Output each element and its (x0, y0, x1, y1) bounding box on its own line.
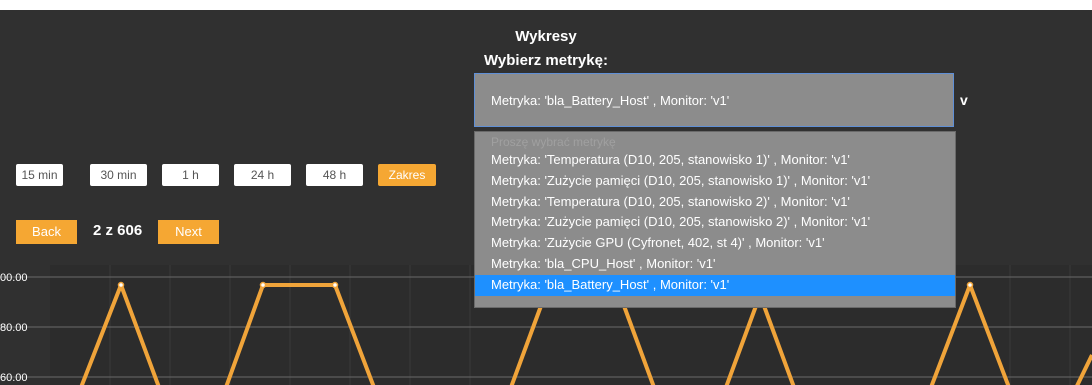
back-button[interactable]: Back (16, 220, 77, 244)
range-30min-button[interactable]: 30 min (90, 164, 147, 186)
metric-select-label: Wybierz metrykę: (484, 52, 608, 69)
range-custom-button[interactable]: Zakres (378, 164, 436, 186)
dropdown-option[interactable]: Metryka: 'Zużycie pamięci (D10, 205, sta… (475, 212, 955, 233)
dropdown-option[interactable]: Metryka: 'Zużycie GPU (Cyfronet, 402, st… (475, 233, 955, 254)
dropdown-placeholder: Proszę wybrać metrykę (491, 135, 616, 149)
dropdown-option[interactable]: Metryka: 'bla_CPU_Host' , Monitor: 'v1' (475, 254, 955, 275)
app-window: Wykresy Wybierz metrykę: Metryka: 'bla_B… (0, 10, 1092, 385)
page-title: Wykresy (515, 28, 577, 45)
next-button[interactable]: Next (158, 220, 219, 244)
dropdown-option[interactable]: Metryka: 'Temperatura (D10, 205, stanowi… (475, 192, 955, 213)
page-counter: 2 z 606 (93, 222, 143, 239)
range-1h-button[interactable]: 1 h (162, 164, 219, 186)
dropdown-option[interactable]: Metryka: 'Zużycie pamięci (D10, 205, sta… (475, 171, 955, 192)
dropdown-option-selected[interactable]: Metryka: 'bla_Battery_Host' , Monitor: '… (475, 274, 955, 296)
range-48h-button[interactable]: 48 h (306, 164, 363, 186)
range-15min-button[interactable]: 15 min (16, 164, 63, 186)
dropdown-option[interactable]: Metryka: 'Temperatura (D10, 205, stanowi… (475, 150, 955, 171)
chevron-down-icon[interactable]: v (960, 92, 968, 108)
y-tick-label: 60.00 (0, 372, 28, 384)
y-tick-label: 80.00 (0, 322, 28, 334)
metric-dropdown-list: Proszę wybrać metrykę Metryka: 'Temperat… (474, 131, 956, 308)
metric-select[interactable]: Metryka: 'bla_Battery_Host' , Monitor: '… (474, 73, 954, 127)
y-tick-label: 00.00 (0, 272, 28, 284)
range-24h-button[interactable]: 24 h (234, 164, 291, 186)
